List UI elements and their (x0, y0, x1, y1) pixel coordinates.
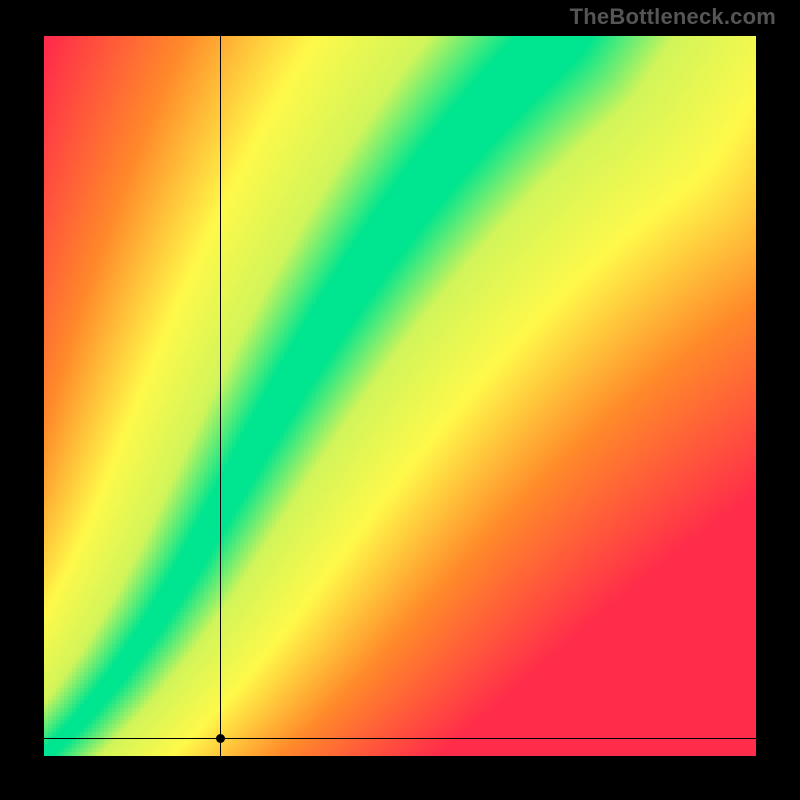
watermark-text: TheBottleneck.com (570, 4, 776, 30)
plot-area (44, 36, 756, 756)
outer-frame: TheBottleneck.com (0, 0, 800, 800)
heatmap-canvas (44, 36, 756, 756)
crosshair-horizontal (44, 738, 756, 739)
crosshair-dot (216, 734, 225, 743)
crosshair-vertical (220, 36, 221, 756)
